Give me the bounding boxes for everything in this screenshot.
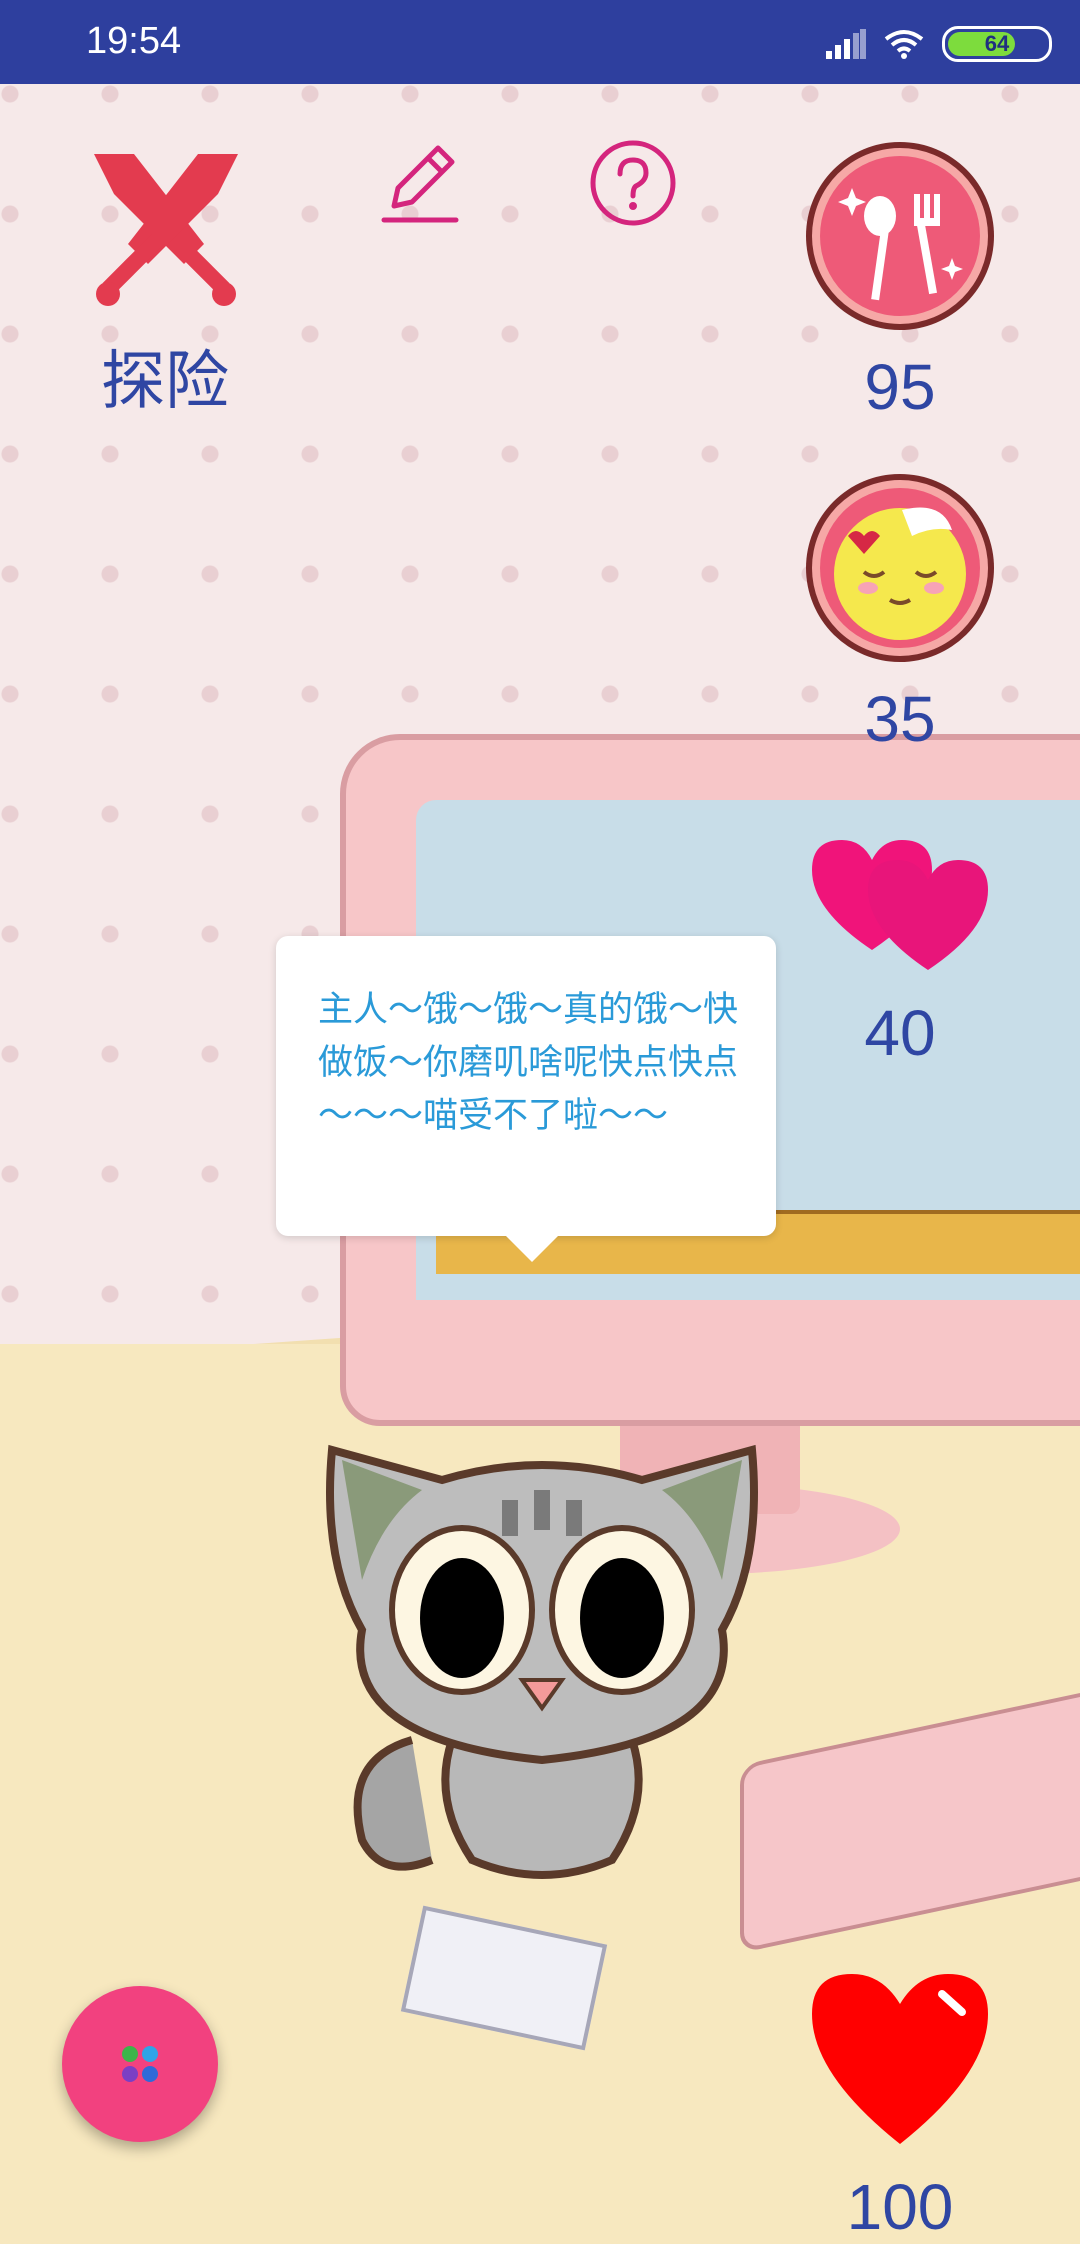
food-stat[interactable]: 95 — [800, 138, 1000, 424]
food-value: 95 — [864, 351, 936, 423]
signal-icon — [826, 29, 866, 59]
dots-icon — [122, 2046, 158, 2082]
fork-spoon-icon — [806, 142, 994, 330]
status-bar: 19:54 64 — [0, 0, 1080, 84]
question-icon[interactable] — [588, 138, 678, 228]
mood-value: 35 — [864, 683, 936, 755]
adventure-label[interactable]: 探险 — [0, 330, 330, 422]
menu-fab-button[interactable] — [62, 1986, 218, 2142]
crossed-swords-icon[interactable] — [84, 144, 248, 312]
heart-icon — [812, 1974, 988, 2144]
face-icon — [806, 474, 994, 662]
battery-level: 64 — [984, 31, 1010, 56]
speech-tail — [506, 1236, 558, 1262]
health-value: 100 — [846, 2171, 954, 2243]
love-value: 40 — [864, 997, 936, 1069]
pencil-icon[interactable] — [380, 140, 460, 224]
status-time: 19:54 — [86, 20, 182, 62]
mood-stat[interactable]: 35 — [800, 470, 1000, 756]
wifi-icon — [884, 30, 924, 59]
love-stat[interactable]: 40 — [800, 830, 1000, 1070]
battery-icon: 64 — [942, 26, 1052, 62]
status-icons: 64 — [826, 26, 1052, 62]
health-stat[interactable]: 100 — [800, 1964, 1000, 2244]
speech-bubble: 主人～饿～饿～真的饿～快做饭～你磨叽啥呢快点快点～～～喵受不了啦～～ — [276, 936, 776, 1262]
cat-pet[interactable] — [322, 1440, 762, 1900]
double-heart-icon — [812, 840, 988, 970]
speech-text: 主人～饿～饿～真的饿～快做饭～你磨叽啥呢快点快点～～～喵受不了啦～～ — [318, 990, 739, 1136]
